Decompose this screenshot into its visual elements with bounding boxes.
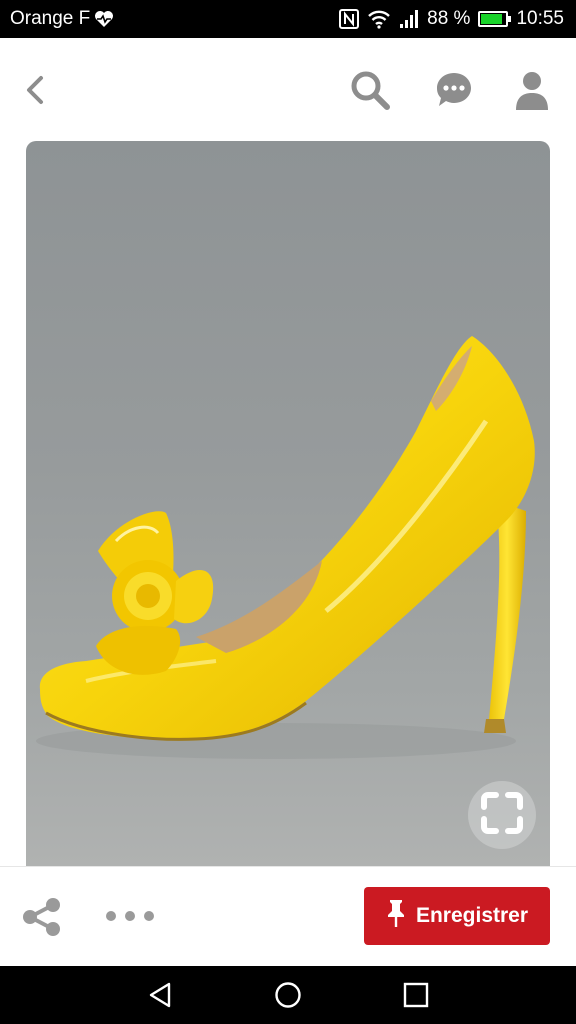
battery-charging-icon	[478, 11, 512, 27]
battery-percent: 88 %	[427, 8, 471, 29]
navigation-bar	[0, 966, 576, 1024]
messages-icon[interactable]	[432, 68, 476, 112]
status-bar: Orange F 88 % 10:55	[0, 0, 576, 38]
save-button[interactable]: Enregistrer	[364, 887, 550, 945]
shoe-photo	[36, 336, 535, 759]
nav-recents-icon[interactable]	[386, 966, 446, 1024]
wifi-icon	[367, 9, 391, 29]
nav-home-icon[interactable]	[258, 966, 318, 1024]
nfc-icon	[339, 9, 360, 29]
heart-pulse-icon	[94, 10, 114, 28]
signal-icon	[399, 9, 419, 29]
carrier-name: Orange F	[10, 8, 91, 29]
clock: 10:55	[516, 8, 564, 29]
save-button-label: Enregistrer	[415, 904, 529, 927]
search-icon[interactable]	[348, 68, 392, 112]
more-icon[interactable]	[106, 903, 154, 929]
profile-icon[interactable]	[510, 68, 554, 112]
nav-back-icon[interactable]	[130, 966, 190, 1024]
back-icon[interactable]	[16, 70, 56, 110]
share-icon[interactable]	[20, 897, 64, 937]
expand-icon	[480, 791, 524, 840]
app-bar	[0, 38, 576, 138]
expand-button[interactable]	[468, 781, 536, 849]
pushpin-icon	[386, 898, 406, 934]
action-bar: Enregistrer	[0, 866, 576, 967]
pin-image[interactable]	[26, 141, 550, 866]
